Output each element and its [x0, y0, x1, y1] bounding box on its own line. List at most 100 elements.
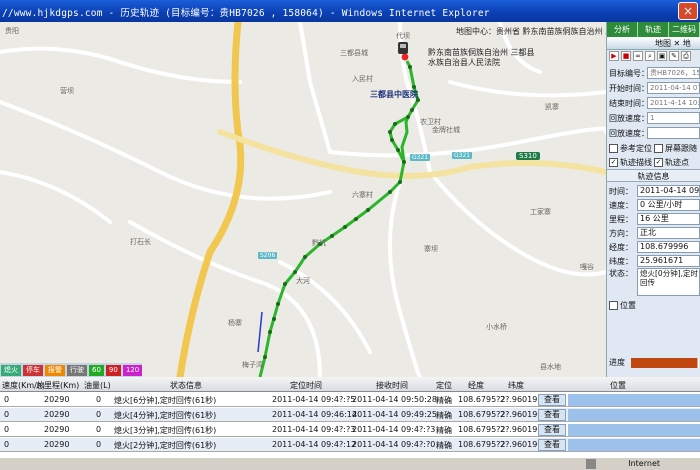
info-mileage: 里程： 16 公里: [607, 212, 700, 226]
road-badge: S206: [258, 252, 278, 259]
legend-item: 90: [105, 364, 121, 376]
info-label: 里程：: [609, 214, 633, 224]
road-badge: S310: [516, 152, 540, 160]
start-time-input[interactable]: 2011-04-14 07:00: [647, 82, 700, 94]
cell-lon: 108.6795?2: [458, 395, 506, 404]
table-row[interactable]: 0 20290 0 熄火[2分钟],定时回传(61秒) 2011-04-14 0…: [0, 438, 700, 452]
cell-mileage: 20290: [44, 425, 70, 434]
map-label: 小水桥: [486, 323, 507, 331]
map-label: 入民村: [352, 75, 373, 83]
info-label: 时间：: [609, 186, 633, 196]
speed-input[interactable]: 1: [647, 112, 700, 124]
column-header[interactable]: 状态信息: [170, 380, 202, 391]
column-header[interactable]: 定位时间: [290, 380, 322, 391]
vehicle-icon[interactable]: [398, 42, 408, 54]
map-label: 杨寨: [228, 319, 242, 327]
legend-item: 行驶: [67, 364, 87, 376]
map-label: 打石长: [130, 238, 151, 246]
location-checkbox[interactable]: [609, 300, 618, 310]
tab-qrcode[interactable]: 二维码: [669, 22, 700, 37]
field-label: 结束时间：: [609, 98, 647, 108]
print-icon[interactable]: ⎙: [681, 51, 691, 61]
map-label: 嘎谷: [580, 263, 594, 271]
map-center-label: 地图中心：贵州省 黔东南苗族侗族自治州 三都县: [456, 27, 606, 36]
field-end-time: 结束时间： 2011-4-14 10:00: [607, 96, 700, 110]
info-label: 速度：: [609, 200, 633, 210]
close-button[interactable]: ×: [678, 2, 698, 20]
map-label: 三都县城: [340, 49, 368, 57]
check-row: 参考定位 屏幕跟随: [607, 141, 700, 155]
link-icon[interactable]: ∞: [633, 51, 643, 61]
table-row[interactable]: 0 20290 0 熄火[4分钟],定时回传(61秒) 2011-04-14 0…: [0, 408, 700, 422]
info-longitude: 经度： 108.679996: [607, 240, 700, 254]
info-value: 正北: [637, 227, 700, 239]
column-header[interactable]: 定位: [436, 380, 452, 391]
play-icon[interactable]: ▶: [609, 51, 619, 61]
follow-checkbox[interactable]: [654, 143, 663, 153]
playback-progress: 进度: [609, 356, 699, 369]
column-header[interactable]: 经度: [468, 380, 484, 391]
cell-gps-time: 2011-04-14 09:46:14: [272, 410, 357, 419]
cell-lon: 108.6795?2: [458, 410, 506, 419]
map-label: 贵阳: [5, 27, 19, 35]
column-header[interactable]: 接收时间: [376, 380, 408, 391]
trackline-checkbox[interactable]: ✓: [609, 157, 618, 167]
stop-icon[interactable]: ■: [621, 51, 631, 61]
edit-icon[interactable]: ✎: [669, 51, 679, 61]
reference-checkbox[interactable]: [609, 143, 618, 153]
location-cell: [568, 394, 700, 406]
playback-speed-slider[interactable]: [647, 127, 700, 139]
info-value: 0 公里/小时: [637, 199, 700, 211]
image-icon[interactable]: ▣: [657, 51, 667, 61]
legend-item: 60: [89, 364, 104, 376]
cell-lat: 2?.960190: [500, 395, 543, 404]
end-time-input[interactable]: 2011-4-14 10:00: [647, 97, 700, 109]
cell-pos: 精确: [436, 426, 452, 435]
column-header[interactable]: 位置: [610, 380, 626, 391]
table-row[interactable]: 0 20290 0 熄火[3分钟],定时回传(61秒) 2011-04-14 0…: [0, 423, 700, 437]
map-label: 大河: [296, 277, 310, 285]
cell-oil: 0: [96, 395, 102, 404]
legend-item: 停车: [23, 364, 43, 376]
view-button[interactable]: 查看: [538, 439, 566, 451]
cell-lat: 2?.960190: [500, 440, 543, 449]
cell-status: 熄火[3分钟],定时回传(61秒): [114, 426, 217, 435]
location-row: 位置: [607, 298, 700, 312]
view-button[interactable]: 查看: [538, 409, 566, 421]
tab-analysis[interactable]: 分析: [607, 22, 638, 37]
search-icon[interactable]: ⌕: [645, 51, 655, 61]
field-start-time: 开始时间： 2011-04-14 07:00: [607, 81, 700, 95]
cell-oil: 0: [96, 425, 102, 434]
cell-speed: 0: [4, 395, 10, 404]
column-header[interactable]: 纬度: [508, 380, 524, 391]
table-row[interactable]: 0 20290 0 熄火[6分钟],定时回传(61秒) 2011-04-14 0…: [0, 393, 700, 407]
info-status: 状态： 熄火[0分钟],定时回传: [607, 268, 700, 298]
field-label: 目标编号：: [609, 68, 647, 78]
info-value: 25.961671: [637, 255, 700, 267]
map-view[interactable]: 贵阳 营坝 打石长 杨寨 梅子湾 三都县城 代坝 三都县中医院 入民村 农卫村 …: [0, 22, 606, 377]
cell-pos: 精确: [436, 441, 452, 450]
info-label: 经度：: [609, 242, 633, 252]
progress-bar[interactable]: [631, 357, 699, 368]
globe-icon: [586, 459, 596, 469]
tab-track[interactable]: 轨迹: [638, 22, 669, 37]
column-header[interactable]: 油量(L): [84, 380, 111, 391]
location-cell: [568, 424, 700, 436]
map-label: 寨坝: [424, 245, 438, 253]
map-label: 金牌社城: [432, 126, 460, 134]
map-label: 凯寨: [545, 103, 559, 111]
cell-lat: 2?.960190: [500, 410, 543, 419]
info-value: 108.679996: [637, 241, 700, 253]
map-label: 代坝: [396, 32, 410, 40]
target-id-input[interactable]: 贵HB7026，158064: [647, 67, 700, 79]
view-button[interactable]: 查看: [538, 394, 566, 406]
column-header[interactable]: 总里程(Km): [36, 380, 79, 391]
view-button[interactable]: 查看: [538, 424, 566, 436]
checkbox-label: 参考定位: [620, 143, 652, 153]
trackpoint-checkbox[interactable]: ✓: [654, 157, 663, 167]
control-panel: 分析 轨迹 二维码 地图 ✕ 地 ▶ ■ ∞ ⌕ ▣ ✎ ⎙ 目标编号： 贵HB…: [606, 22, 700, 377]
location-cell: [568, 409, 700, 421]
map-label: 营坝: [60, 87, 74, 95]
map-label: 梅子湾: [242, 361, 263, 369]
cell-pos: 精确: [436, 396, 452, 405]
